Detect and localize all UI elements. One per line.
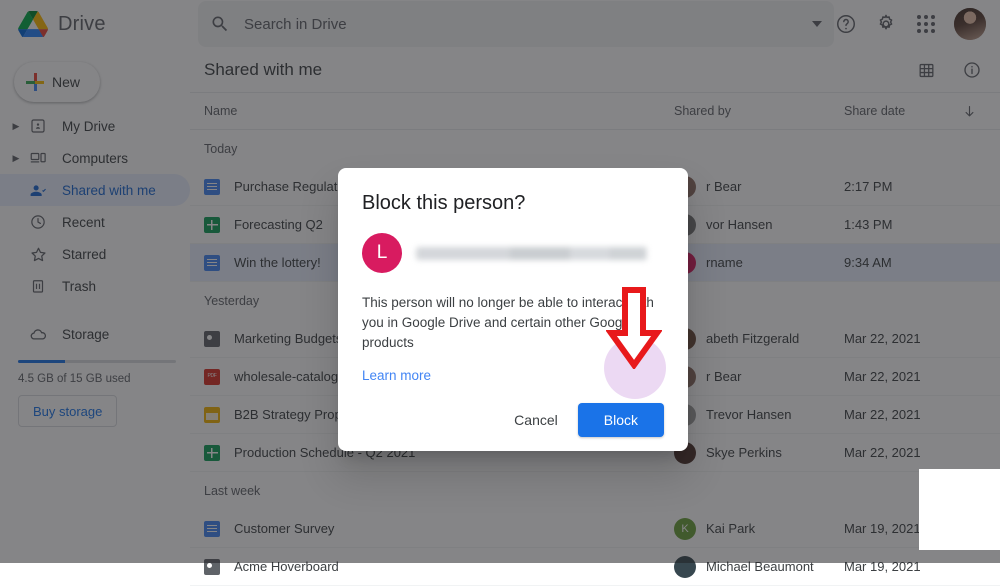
white-occluder-box [919, 469, 1000, 550]
dialog-body-text: This person will no longer be able to in… [362, 295, 654, 350]
learn-more-link[interactable]: Learn more [362, 368, 431, 383]
dialog-title: Block this person? [362, 192, 526, 214]
cancel-button[interactable]: Cancel [502, 403, 570, 437]
block-button[interactable]: Block [577, 403, 664, 437]
dialog-actions: Cancel Block [362, 403, 664, 437]
block-person-dialog: Block this person? L This person will no… [338, 168, 688, 451]
dialog-person: L [362, 233, 664, 273]
person-avatar: L [362, 233, 402, 273]
person-email-redacted [416, 246, 664, 260]
